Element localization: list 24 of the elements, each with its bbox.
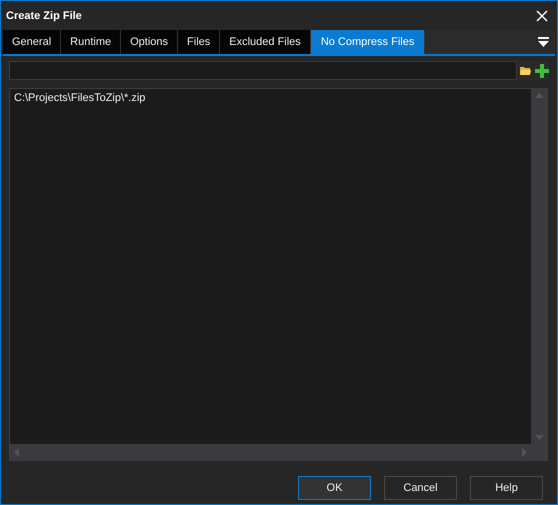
- list-item[interactable]: C:\Projects\FilesToZip\*.zip: [14, 91, 527, 105]
- scroll-down-icon[interactable]: [534, 435, 544, 440]
- tab[interactable]: Options: [121, 30, 178, 54]
- path-field[interactable]: [9, 61, 517, 80]
- menu-icon[interactable]: [538, 37, 549, 47]
- dialog-button[interactable]: Cancel: [384, 476, 457, 500]
- close-icon[interactable]: [536, 10, 548, 22]
- scroll-up-icon[interactable]: [534, 93, 544, 98]
- horizontal-scrollbar[interactable]: [10, 444, 531, 460]
- dialog-button[interactable]: Help: [470, 476, 543, 500]
- scroll-left-icon[interactable]: [14, 448, 19, 456]
- vertical-scrollbar[interactable]: [531, 89, 547, 444]
- tab[interactable]: General: [3, 30, 62, 54]
- window-title: Create Zip File: [6, 10, 82, 22]
- tab[interactable]: Runtime: [61, 30, 122, 54]
- scroll-right-icon[interactable]: [522, 448, 527, 456]
- tab[interactable]: No Compress Files: [310, 30, 426, 54]
- folder-icon: [520, 66, 531, 75]
- tab[interactable]: Files: [178, 30, 220, 54]
- plus-icon: [534, 64, 548, 78]
- folder-button[interactable]: [518, 61, 533, 80]
- dialog-button[interactable]: OK: [298, 476, 371, 500]
- add-button[interactable]: [534, 61, 549, 80]
- tab[interactable]: Excluded Files: [220, 30, 311, 54]
